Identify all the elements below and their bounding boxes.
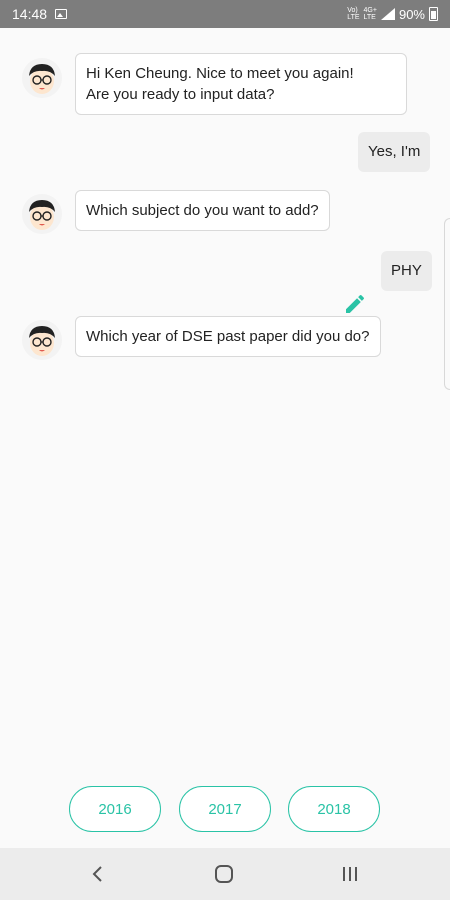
user-message: Yes, I'm	[358, 132, 431, 172]
message-line: Which subject do you want to add?	[86, 202, 319, 219]
signal-icon	[380, 8, 395, 20]
image-icon	[55, 9, 68, 19]
battery-icon	[429, 7, 438, 21]
home-icon[interactable]	[212, 862, 236, 886]
message-line: Are you ready to input data?	[86, 86, 275, 103]
edit-pencil-icon[interactable]	[343, 292, 367, 316]
battery-percent: 90%	[398, 6, 425, 22]
bot-avatar-icon	[22, 194, 62, 234]
option-2018-button[interactable]: 2018	[288, 786, 380, 832]
bot-message: Which subject do you want to add?	[75, 190, 330, 231]
chat-area: Hi Ken Cheung. Nice to meet you again! A…	[0, 28, 450, 848]
navigation-bar	[0, 848, 450, 900]
side-panel-handle[interactable]	[444, 218, 450, 390]
year-options: 2016 2017 2018	[0, 786, 450, 834]
message-line: Hi Ken Cheung. Nice to meet you again!	[86, 65, 354, 82]
bot-avatar-icon	[22, 320, 62, 360]
recents-icon[interactable]	[338, 862, 362, 886]
option-2017-button[interactable]: 2017	[179, 786, 271, 832]
status-time: 14:48	[12, 6, 48, 22]
status-bar: 14:48 Vo) LTE 4G+ LTE 90%	[0, 0, 450, 28]
message-line: Which year of DSE past paper did you do?	[86, 328, 370, 345]
bot-avatar-icon	[22, 58, 62, 98]
option-2016-button[interactable]: 2016	[69, 786, 161, 832]
network-indicator-1: Vo) LTE	[347, 7, 360, 21]
back-icon[interactable]	[86, 862, 110, 886]
bot-message: Hi Ken Cheung. Nice to meet you again! A…	[75, 53, 407, 115]
user-message: PHY	[381, 251, 432, 291]
network-indicator-2: 4G+ LTE	[363, 7, 377, 21]
bot-message: Which year of DSE past paper did you do?	[75, 316, 381, 357]
